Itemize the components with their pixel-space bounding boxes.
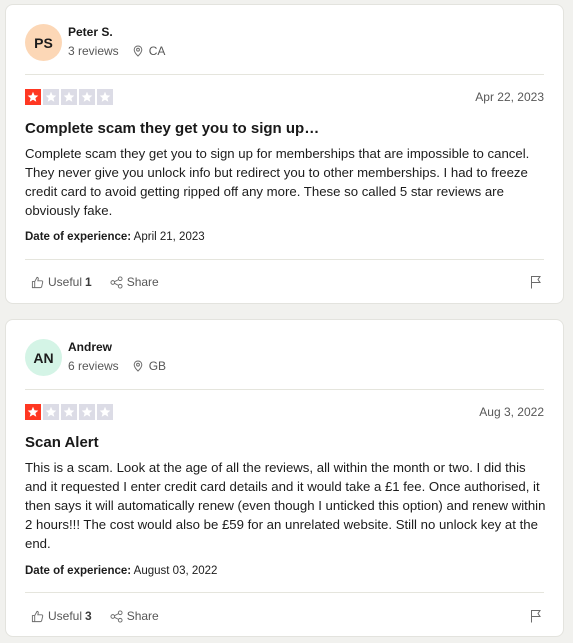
star-icon [79, 404, 95, 420]
divider [25, 389, 544, 390]
reviewer-meta: 6 reviews GB [68, 359, 166, 373]
useful-count: 1 [85, 275, 92, 289]
share-label: Share [126, 609, 159, 623]
review-title[interactable]: Complete scam they get you to sign up… [25, 120, 319, 137]
star-icon [97, 404, 113, 420]
divider [25, 74, 544, 75]
reviewer-name[interactable]: Andrew [68, 340, 112, 354]
thumbs-up-icon [31, 610, 44, 622]
star-icon [97, 89, 113, 105]
experience-label: Date of experience: [25, 231, 132, 243]
useful-label: Useful [48, 609, 83, 623]
star-icon [25, 404, 41, 420]
reviewer-country: GB [148, 359, 167, 373]
review-count: 6 reviews [68, 359, 119, 373]
share-icon [110, 609, 123, 623]
review-card: AN Andrew 6 reviews GB Aug 3, 2022 Scan … [5, 319, 564, 637]
useful-count: 3 [85, 609, 92, 623]
star-icon [61, 89, 77, 105]
experience-label: Date of experience: [25, 565, 132, 577]
useful-button[interactable]: Useful 1 [31, 275, 92, 289]
review-date: Aug 3, 2022 [479, 405, 544, 419]
share-button[interactable]: Share [110, 275, 159, 289]
experience-date: August 03, 2022 [133, 565, 218, 577]
experience-date: April 21, 2023 [133, 231, 205, 243]
reviewer-country: CA [148, 44, 166, 58]
star-icon [61, 404, 77, 420]
thumbs-up-icon [31, 276, 44, 288]
location-pin-icon [133, 360, 142, 372]
review-card: PS Peter S. 3 reviews CA Apr 22, 2023 Co… [5, 4, 564, 304]
divider [25, 259, 544, 260]
reviewer-name[interactable]: Peter S. [68, 25, 113, 39]
star-icon [25, 89, 41, 105]
divider [25, 592, 544, 593]
share-button[interactable]: Share [110, 609, 159, 623]
review-date: Apr 22, 2023 [475, 90, 544, 104]
star-icon [43, 89, 59, 105]
review-body: This is a scam. Look at the age of all t… [25, 460, 546, 551]
review-actions: Useful 1 Share [31, 275, 177, 289]
flag-icon[interactable] [530, 609, 542, 623]
star-rating [25, 404, 113, 420]
useful-label: Useful [48, 275, 83, 289]
useful-button[interactable]: Useful 3 [31, 609, 92, 623]
star-rating [25, 89, 113, 105]
share-icon [110, 275, 123, 289]
avatar[interactable]: AN [25, 339, 62, 376]
review-title[interactable]: Scan Alert [25, 434, 99, 451]
date-of-experience: Date of experience: August 03, 2022 [25, 565, 217, 577]
review-actions: Useful 3 Share [31, 609, 177, 623]
share-label: Share [126, 275, 159, 289]
location-pin-icon [133, 45, 142, 57]
review-body: Complete scam they get you to sign up fo… [25, 146, 530, 218]
review-count: 3 reviews [68, 44, 119, 58]
flag-icon[interactable] [530, 275, 542, 289]
reviewer-meta: 3 reviews CA [68, 44, 165, 58]
star-icon [79, 89, 95, 105]
avatar[interactable]: PS [25, 24, 62, 61]
star-icon [43, 404, 59, 420]
date-of-experience: Date of experience: April 21, 2023 [25, 231, 205, 243]
